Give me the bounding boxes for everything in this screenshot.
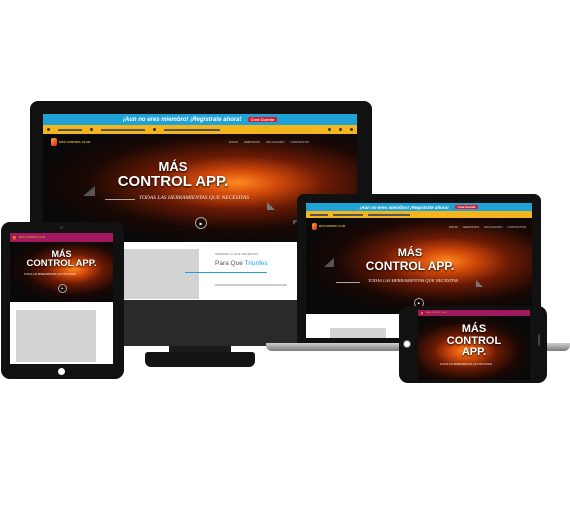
content-image-placeholder [123, 249, 199, 299]
decor-triangle [83, 186, 95, 196]
location-icon [153, 128, 156, 131]
tablet-camera [60, 226, 63, 229]
site-logo[interactable]: MÁS CONTROL CLUB [312, 223, 345, 230]
section-title-accent: Triunfes [244, 260, 268, 267]
play-icon: ▶ [61, 287, 64, 290]
section-title: Para Que Triunfes [215, 260, 268, 267]
hero-subtitle: TODAS LAS HERRAMIENTAS QUE NECESITAS [440, 363, 492, 366]
hero-title-line1: MÁS [397, 247, 423, 259]
nav-item-contactos[interactable]: CONTACTOS [290, 140, 309, 144]
logo-text: MÁS CONTROL CLUB [59, 140, 91, 144]
hero-subtitle: TODAS LAS HERRAMIENTAS QUE NECESITAS [368, 278, 458, 283]
site-logo[interactable]: MÁS CONTROL CLUB [51, 138, 90, 146]
desktop-infobar [43, 125, 357, 134]
nav-item-aplicacion[interactable]: APLICACIÓN [484, 225, 502, 229]
tablet-content-section [10, 302, 113, 364]
info-address [368, 213, 410, 216]
laptop-navbar: MÁS CONTROL CLUB INICIO SERVICIOS APLICA… [306, 223, 532, 230]
logo-icon [312, 223, 317, 230]
main-menu: INICIO SERVICIOS APLICACIÓN CONTACTOS [229, 140, 309, 144]
tablet-screen: MÁS CONTROL CLUB MÁS CONTROL APP. TODAS … [10, 233, 113, 364]
desktop-navbar: MÁS CONTROL CLUB INICIO SERVICIOS APLICA… [43, 138, 357, 146]
hero-title: MÁS CONTROL APP. [113, 160, 233, 189]
info-phone [310, 213, 328, 216]
nav-item-servicios[interactable]: SERVICIOS [244, 140, 260, 144]
create-account-button[interactable]: Crea Cuenta [454, 205, 479, 209]
monitor-stand-base [145, 352, 255, 367]
mail-icon [90, 128, 93, 131]
decor-triangle [476, 280, 483, 287]
tablet-hero: MÁS CONTROL APP. TODAS LAS HERRAMIENTAS … [10, 242, 113, 302]
laptop-hero: MÁS CONTROL CLUB INICIO SERVICIOS APLICA… [306, 218, 532, 314]
instagram-icon[interactable] [350, 128, 353, 131]
logo-icon [51, 138, 57, 146]
main-menu: INICIO SERVICIOS APLICACIÓN CONTACTOS [449, 225, 526, 229]
phone-hero: MÁS CONTROL APP. TODAS LAS HERRAMIENTAS … [418, 316, 530, 380]
section-text-line [215, 284, 287, 286]
desktop-topbar: ¡Aun no eres miembro! ¡Registrate ahora!… [43, 114, 357, 125]
decor-triangle [324, 258, 334, 267]
play-icon: ▶ [199, 220, 203, 226]
hero-title-line3: APP. [461, 346, 487, 359]
content-image-placeholder [16, 310, 96, 362]
nav-item-servicios[interactable]: SERVICIOS [463, 225, 479, 229]
topbar-text: ¡Aun no eres miembro! ¡Registrate ahora! [359, 204, 449, 210]
logo-text: MÁS CONTROL CLUB [426, 312, 447, 314]
logo-text: MÁS CONTROL CLUB [19, 236, 45, 239]
nav-item-inicio[interactable]: INICIO [229, 140, 238, 144]
nav-item-inicio[interactable]: INICIO [449, 225, 458, 229]
facebook-icon[interactable] [328, 128, 331, 131]
laptop-topbar: ¡Aun no eres miembro! ¡Registrate ahora!… [306, 203, 532, 211]
logo-icon [421, 311, 423, 315]
laptop-infobar [306, 211, 532, 218]
hero-play-button[interactable]: ▶ [58, 284, 67, 293]
info-address [164, 128, 220, 131]
topbar-text: ¡Aun no eres miembro! ¡Registrate ahora! [122, 116, 242, 123]
hero-title: MÁS CONTROL APP. [10, 249, 113, 270]
hero-title-line2: CONTROL APP. [365, 258, 455, 273]
nav-item-contactos[interactable]: CONTACTOS [507, 225, 526, 229]
phone-icon [47, 128, 50, 131]
hero-divider [336, 282, 360, 283]
logo-icon [13, 235, 16, 240]
hero-play-button[interactable]: ▶ [195, 217, 207, 229]
hero-title: MÁS CONTROL APP. [418, 323, 530, 359]
phone-speaker [538, 334, 540, 346]
create-account-button[interactable]: Crea Cuenta [247, 117, 278, 122]
hero-subtitle: TODAS LAS HERRAMIENTAS QUE NECESITAS [139, 195, 249, 201]
hero-title-line2: CONTROL [446, 334, 502, 347]
hero-title: MÁS CONTROL APP. [350, 247, 470, 273]
tablet-home-button[interactable] [58, 368, 65, 375]
info-email [333, 213, 363, 216]
section-title-prefix: Para Que [215, 260, 243, 267]
logo-text: MÁS CONTROL CLUB [319, 225, 346, 228]
content-image-placeholder [330, 328, 386, 338]
twitter-icon[interactable] [339, 128, 342, 131]
tablet-topbar: MÁS CONTROL CLUB [10, 233, 113, 242]
phone-screen: MÁS CONTROL CLUB MÁS CONTROL APP. TODAS … [418, 310, 530, 380]
play-icon: ▶ [417, 301, 421, 305]
info-email [101, 128, 145, 131]
nav-item-aplicacion[interactable]: APLICACIÓN [266, 140, 284, 144]
hero-divider [105, 199, 135, 200]
hero-title-line2: CONTROL APP. [26, 258, 97, 270]
hero-title-line2: CONTROL APP. [117, 172, 229, 190]
decor-triangle [267, 202, 275, 210]
hero-title-line1: MÁS [461, 323, 487, 335]
section-accent-line [185, 272, 267, 273]
hero-subtitle: TODAS LAS HERRAMIENTAS QUE NECESITAS [24, 273, 76, 276]
info-phone [58, 128, 82, 131]
phone-home-button[interactable] [403, 340, 411, 348]
section-eyebrow: SIEMPRE LO QUE NECESITAS [215, 252, 259, 256]
